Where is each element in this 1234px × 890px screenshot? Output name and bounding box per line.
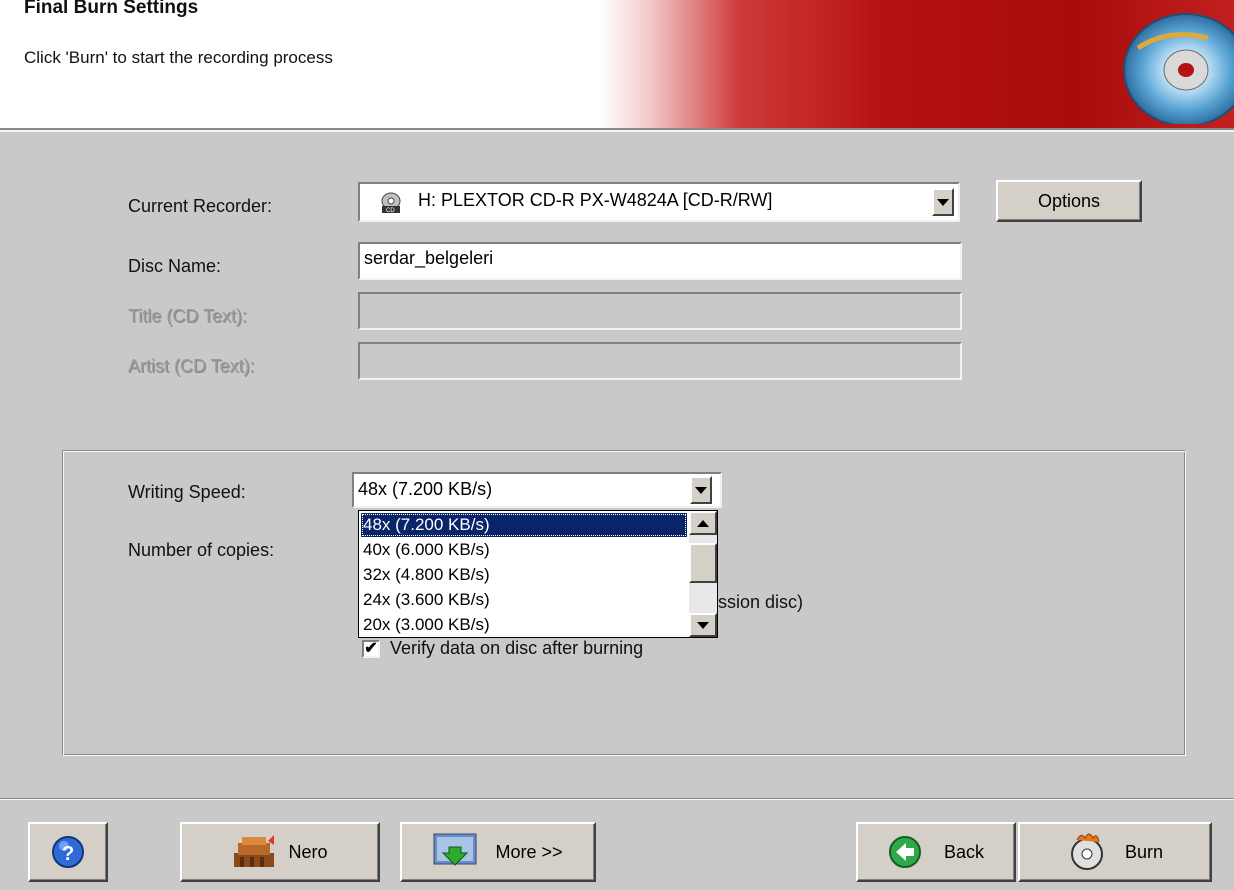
disc-name-field[interactable]: serdar_belgeleri bbox=[358, 242, 962, 280]
options-button-label: Options bbox=[1037, 190, 1101, 211]
scroll-up-button[interactable] bbox=[689, 511, 717, 535]
nero-icon bbox=[234, 835, 275, 867]
nero-button[interactable]: Nero bbox=[180, 822, 380, 882]
chevron-down-icon bbox=[695, 486, 707, 494]
writing-speed-dropdown-button[interactable] bbox=[690, 476, 712, 504]
scroll-down-button[interactable] bbox=[689, 613, 717, 637]
chevron-down-icon bbox=[937, 198, 949, 206]
scroll-thumb[interactable] bbox=[689, 543, 717, 583]
speed-option[interactable]: 32x (4.800 KB/s) bbox=[361, 563, 687, 587]
writing-speed-value: 48x (7.200 KB/s) bbox=[358, 479, 493, 499]
title-cdtext-field bbox=[358, 292, 962, 330]
more-button[interactable]: More >> bbox=[400, 822, 596, 882]
more-icon bbox=[433, 833, 477, 866]
chevron-down-icon bbox=[697, 621, 709, 629]
burn-button[interactable]: Burn bbox=[1018, 822, 1212, 882]
checkmark-icon: ✔ bbox=[364, 640, 378, 657]
title-cdtext-label: Title (CD Text): bbox=[128, 306, 248, 326]
artist-cdtext-label: Artist (CD Text): bbox=[128, 356, 255, 376]
back-arrow-icon bbox=[888, 836, 921, 868]
recorder-select[interactable]: CD H: PLEXTOR CD-R PX-W4824A [CD-R/RW] bbox=[358, 182, 960, 222]
disc-name-value: serdar_belgeleri bbox=[364, 248, 494, 268]
svg-text:CD: CD bbox=[386, 208, 395, 214]
recorder-dropdown-button[interactable] bbox=[932, 188, 954, 216]
artist-cdtext-field bbox=[358, 342, 962, 380]
back-button-label: Back bbox=[943, 841, 985, 862]
back-button[interactable]: Back bbox=[856, 822, 1016, 882]
speed-option[interactable]: 20x (3.000 KB/s) bbox=[361, 613, 687, 637]
burn-button-label: Burn bbox=[1124, 841, 1164, 862]
chevron-up-icon bbox=[697, 519, 709, 527]
speed-option[interactable]: 24x (3.600 KB/s) bbox=[361, 588, 687, 612]
speed-option[interactable]: 40x (6.000 KB/s) bbox=[361, 538, 687, 562]
writing-speed-select[interactable]: 48x (7.200 KB/s) bbox=[352, 472, 722, 508]
writing-speed-label: Writing Speed: bbox=[128, 482, 246, 502]
options-button[interactable]: Options bbox=[996, 180, 1142, 222]
svg-text:?: ? bbox=[62, 843, 74, 865]
multisession-partial-label: ssion disc) bbox=[718, 592, 804, 612]
burn-disc-icon bbox=[1070, 833, 1103, 870]
nero-button-label: Nero bbox=[288, 841, 328, 862]
more-button-label: More >> bbox=[495, 841, 563, 862]
copies-label: Number of copies: bbox=[128, 540, 275, 560]
recorder-label: Current Recorder: bbox=[128, 196, 273, 216]
dropdown-scrollbar[interactable] bbox=[689, 511, 717, 637]
cd-drive-icon: CD bbox=[381, 192, 401, 214]
writing-speed-dropdown-list[interactable]: 48x (7.200 KB/s) 40x (6.000 KB/s) 32x (4… bbox=[358, 510, 718, 638]
speed-option-selected[interactable]: 48x (7.200 KB/s) bbox=[361, 513, 687, 537]
help-icon: ? bbox=[52, 836, 84, 868]
disc-logo-icon bbox=[1123, 13, 1234, 124]
wizard-header: Final Burn Settings Click 'Burn' to star… bbox=[0, 0, 1234, 132]
verify-checkbox[interactable]: ✔ bbox=[362, 640, 380, 658]
help-button[interactable]: ? bbox=[28, 822, 108, 882]
verify-label: Verify data on disc after burning bbox=[390, 638, 644, 658]
page-subtitle: Click 'Burn' to start the recording proc… bbox=[24, 48, 333, 67]
recorder-value: H: PLEXTOR CD-R PX-W4824A [CD-R/RW] bbox=[418, 190, 773, 210]
disc-name-label: Disc Name: bbox=[128, 256, 222, 276]
page-title: Final Burn Settings bbox=[24, 0, 199, 18]
